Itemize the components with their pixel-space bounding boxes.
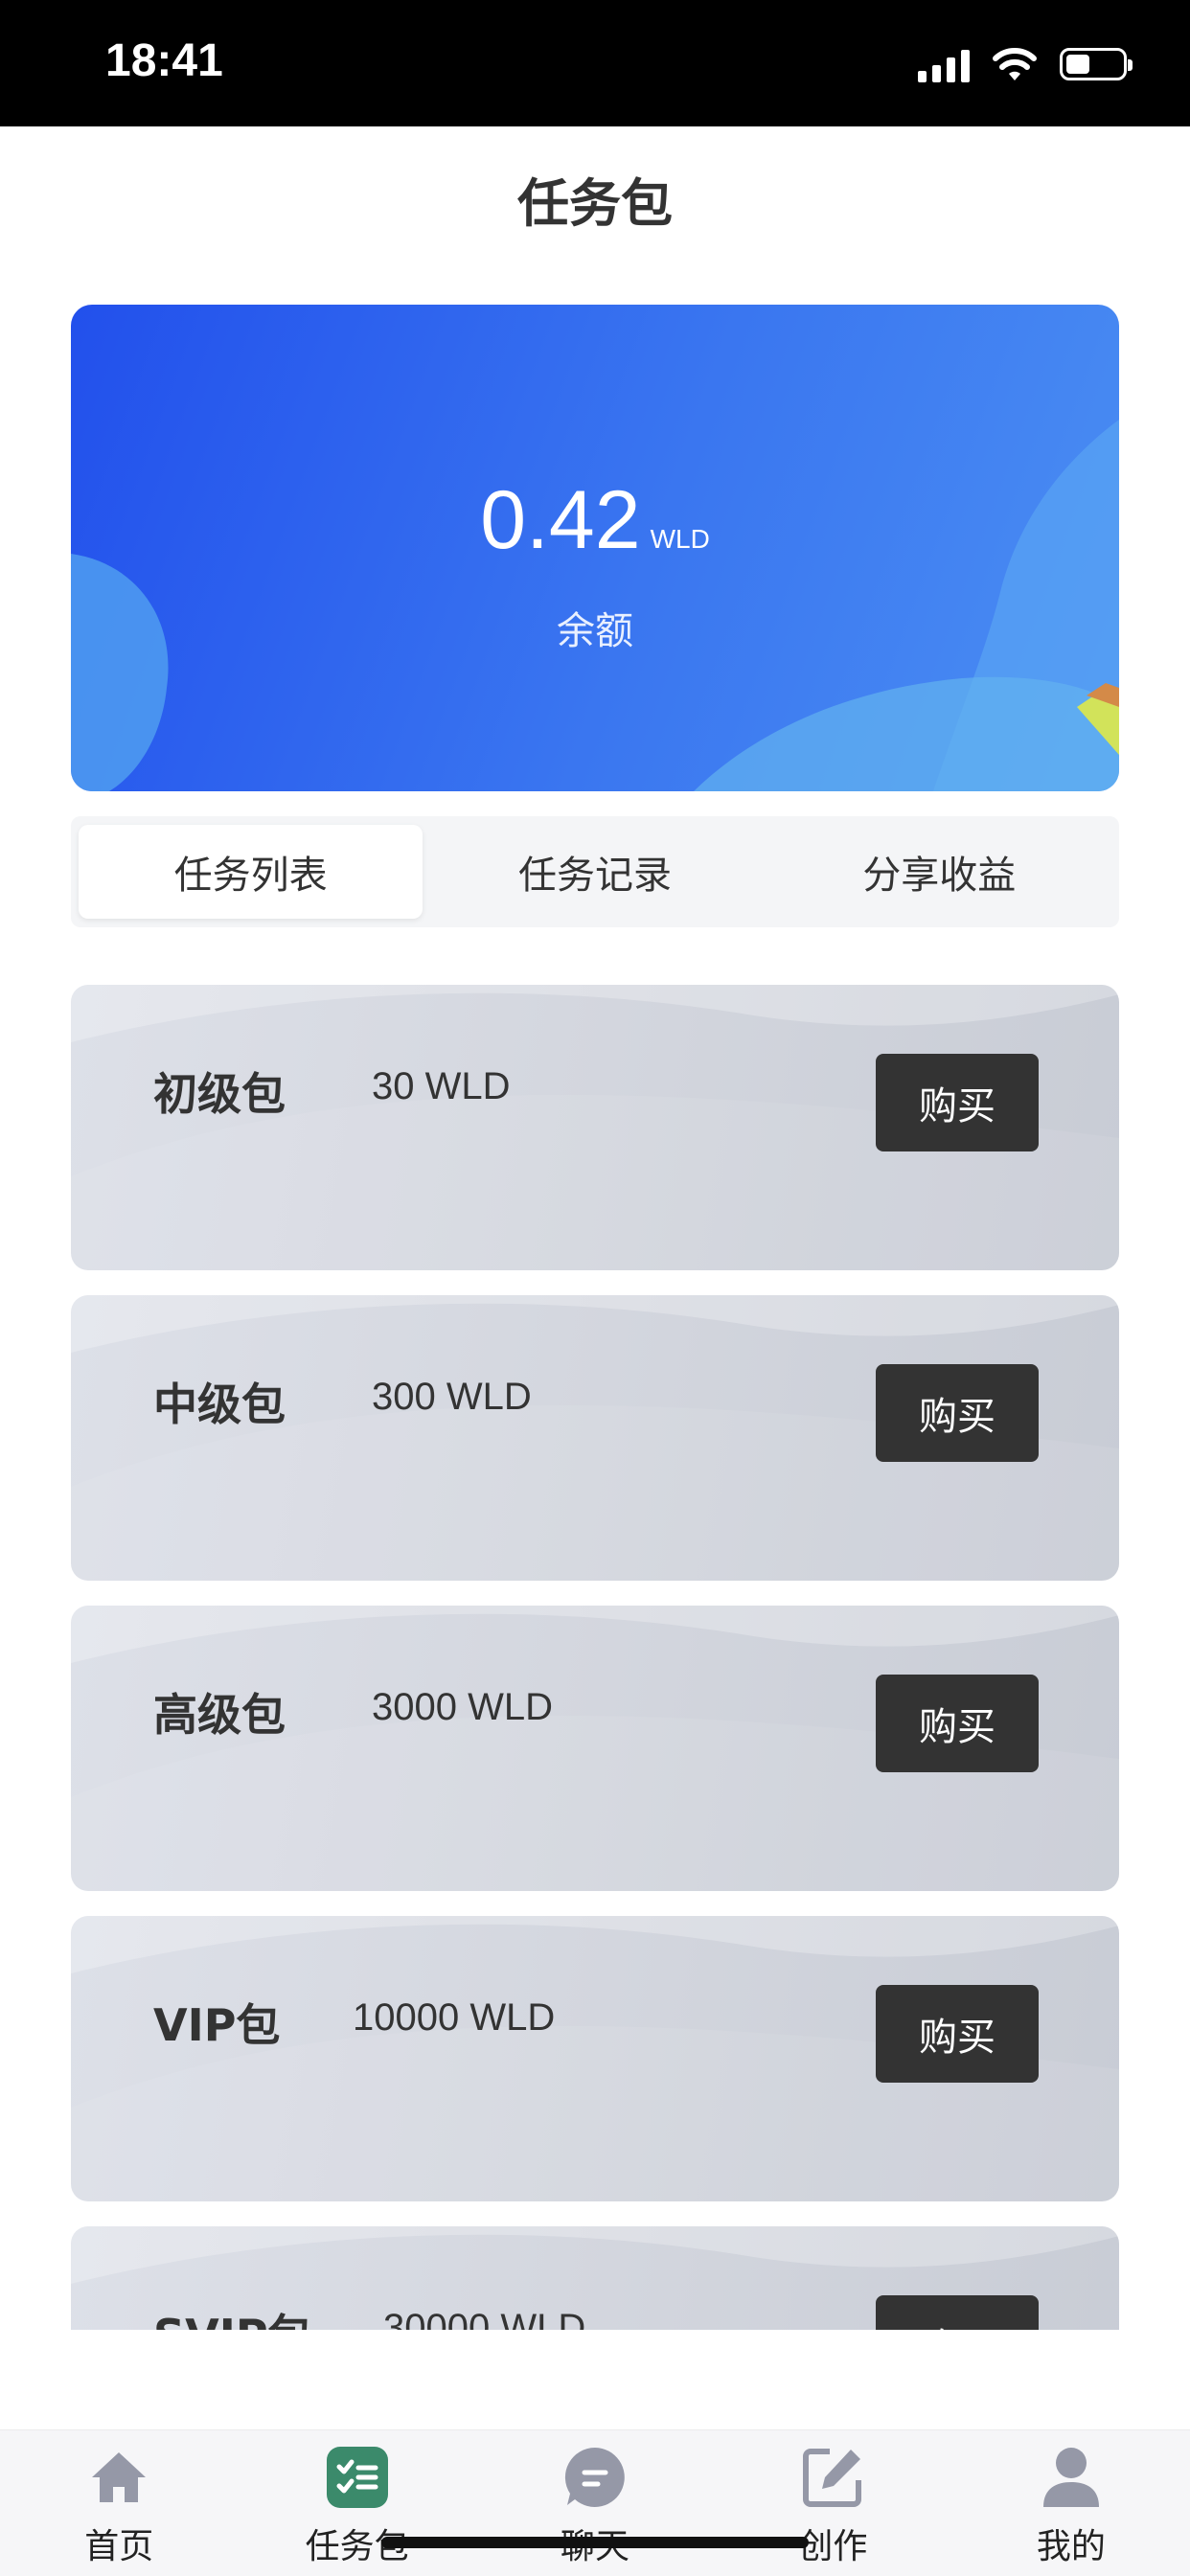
- nav-chat[interactable]: 聊天: [476, 2430, 714, 2576]
- balance-amount: 0.42 WLD: [71, 473, 1119, 568]
- status-bar: 18:41: [0, 0, 1190, 126]
- status-time: 18:41: [105, 35, 223, 86]
- page-title: 任务包: [517, 173, 673, 234]
- package-name: 高级包: [153, 1689, 286, 1741]
- wifi-icon: [993, 48, 1037, 80]
- status-icons: [918, 40, 1133, 88]
- package-price: 300 WLD: [372, 1376, 532, 1418]
- package-name: 中级包: [153, 1379, 286, 1430]
- buy-button[interactable]: 购买: [876, 1985, 1039, 2083]
- tab-share-earnings[interactable]: 分享收益: [767, 825, 1111, 919]
- buy-button[interactable]: 购买: [876, 1675, 1039, 1772]
- balance-unit: WLD: [650, 524, 710, 554]
- home-icon: [92, 2452, 147, 2502]
- balance-number: 0.42: [480, 474, 641, 566]
- nav-create[interactable]: 创作: [714, 2430, 951, 2576]
- profile-icon: [1042, 2448, 1099, 2507]
- package-price: 30 WLD: [372, 1065, 511, 1107]
- package-card-vip: VIP包 10000 WLD 购买: [71, 1916, 1119, 2201]
- package-price: 3000 WLD: [372, 1686, 553, 1728]
- buy-button[interactable]: 购买: [876, 2295, 1039, 2330]
- package-card-intermediate: 中级包 300 WLD 购买: [71, 1295, 1119, 1581]
- nav-profile[interactable]: 我的: [952, 2430, 1190, 2576]
- nav-home[interactable]: 首页: [0, 2430, 238, 2576]
- package-name: SVIP包: [153, 2301, 312, 2330]
- buy-button[interactable]: 购买: [876, 1364, 1039, 1462]
- battery-icon: [1060, 48, 1133, 80]
- package-card-svip: SVIP包 30000 WLD 购买: [71, 2226, 1119, 2330]
- tab-task-list[interactable]: 任务列表: [79, 825, 423, 919]
- package-card-advanced: 高级包 3000 WLD 购买: [71, 1606, 1119, 1891]
- package-card-basic: 初级包 30 WLD 购买: [71, 985, 1119, 1270]
- buy-button[interactable]: 购买: [876, 1054, 1039, 1151]
- tab-task-records[interactable]: 任务记录: [423, 825, 767, 919]
- package-name: VIP包: [153, 1999, 281, 2051]
- task-list-icon: [326, 2447, 388, 2508]
- bottom-tab-bar: 首页 任务包 聊天: [0, 2429, 1190, 2576]
- edit-icon: [803, 2449, 862, 2507]
- balance-label: 余额: [557, 609, 633, 653]
- package-list[interactable]: 初级包 30 WLD 购买 中级包 300 WLD 购买 高级包 3000 WL…: [71, 985, 1119, 2330]
- nav-label: 我的: [1036, 2527, 1106, 2566]
- package-name: 初级包: [153, 1068, 286, 1120]
- nav-label: 创作: [798, 2527, 868, 2566]
- nav-label: 首页: [84, 2527, 154, 2566]
- home-indicator[interactable]: [381, 2537, 809, 2548]
- chat-icon: [564, 2448, 625, 2507]
- package-price: 10000 WLD: [353, 1996, 556, 2039]
- balance-card: 0.42 WLD 余额: [71, 305, 1119, 791]
- cellular-signal-icon: [918, 46, 970, 82]
- package-price: 30000 WLD: [383, 2307, 586, 2330]
- nav-task-pack[interactable]: 任务包: [238, 2430, 475, 2576]
- segmented-tabs: 任务列表 任务记录 分享收益: [71, 816, 1119, 927]
